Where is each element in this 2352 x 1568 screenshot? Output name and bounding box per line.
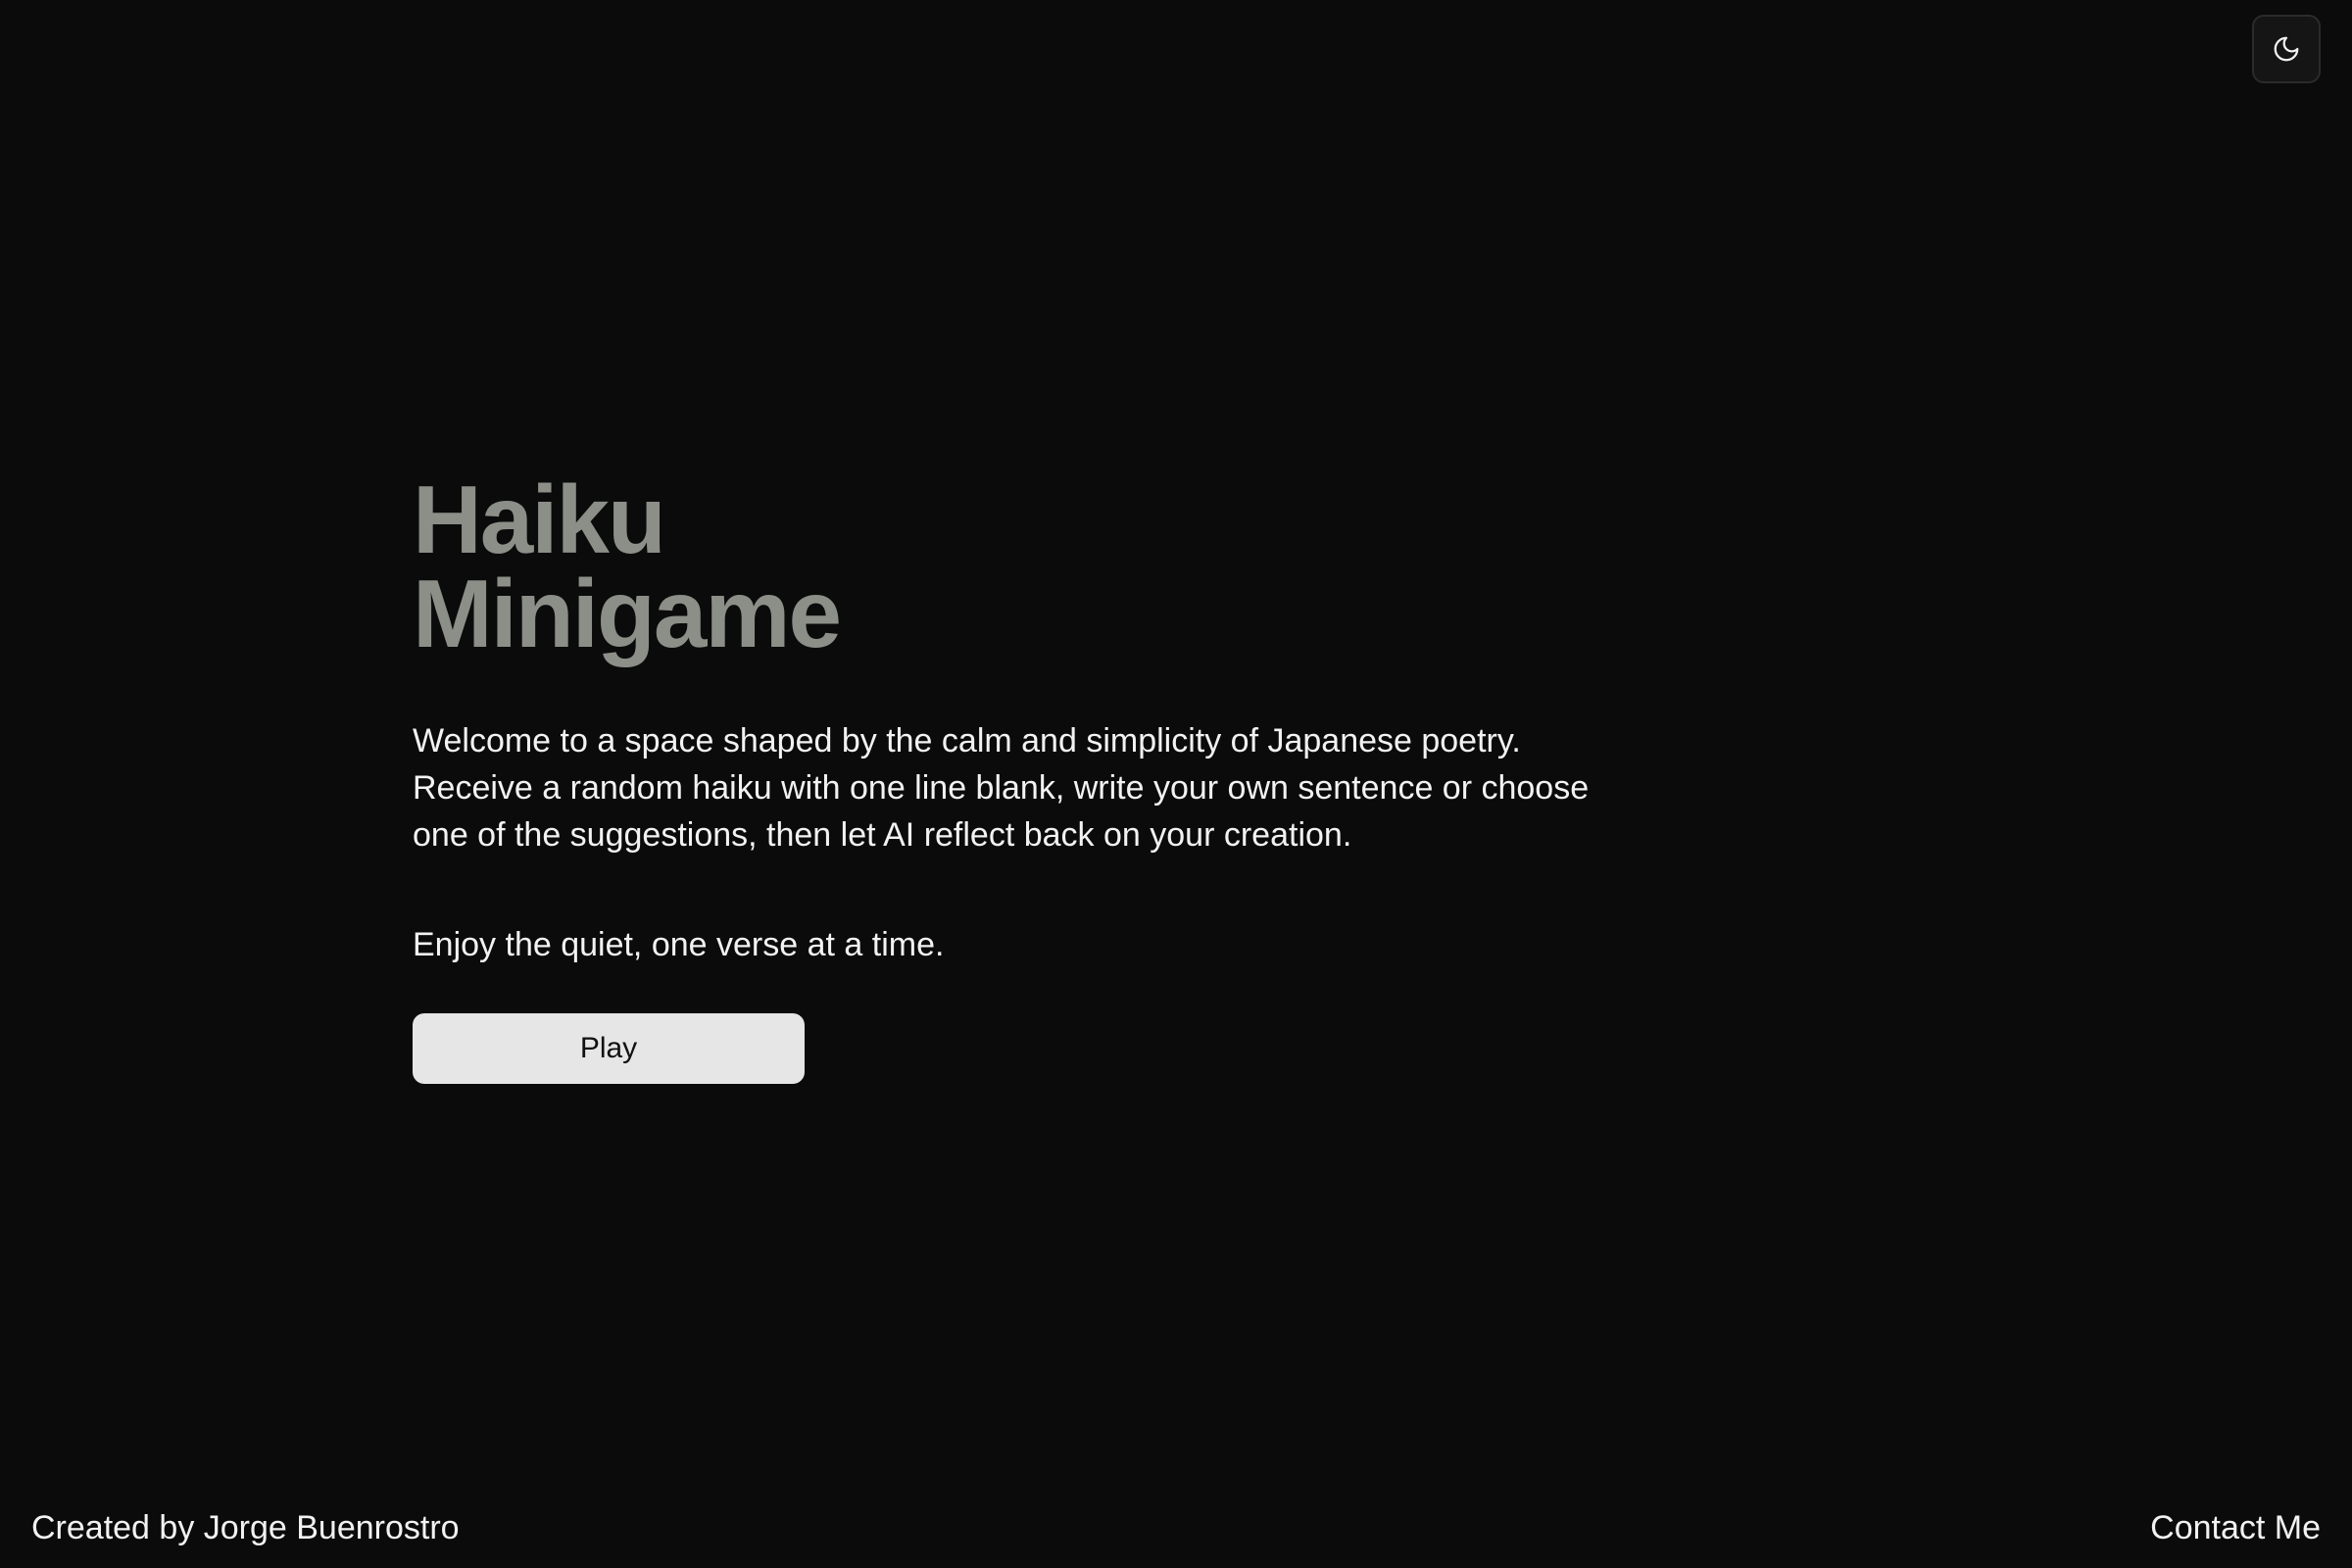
footer-credit: Created by Jorge Buenrostro xyxy=(31,1509,460,1546)
intro-paragraph: Welcome to a space shaped by the calm an… xyxy=(413,722,1590,854)
page-title-line-1: Haiku xyxy=(413,466,666,573)
hero-section: Haiku Minigame Welcome to a space shaped… xyxy=(413,466,1687,1084)
moon-icon xyxy=(2272,34,2301,64)
page: Haiku Minigame Welcome to a space shaped… xyxy=(0,0,2352,1568)
tagline: Enjoy the quiet, one verse at a time. xyxy=(413,926,945,963)
theme-toggle-button[interactable] xyxy=(2252,15,2321,83)
play-button[interactable]: Play xyxy=(413,1013,805,1084)
page-title-line-2: Minigame xyxy=(413,560,842,667)
contact-link[interactable]: Contact Me xyxy=(2150,1508,2321,1547)
page-title: Haiku Minigame xyxy=(413,466,1687,667)
